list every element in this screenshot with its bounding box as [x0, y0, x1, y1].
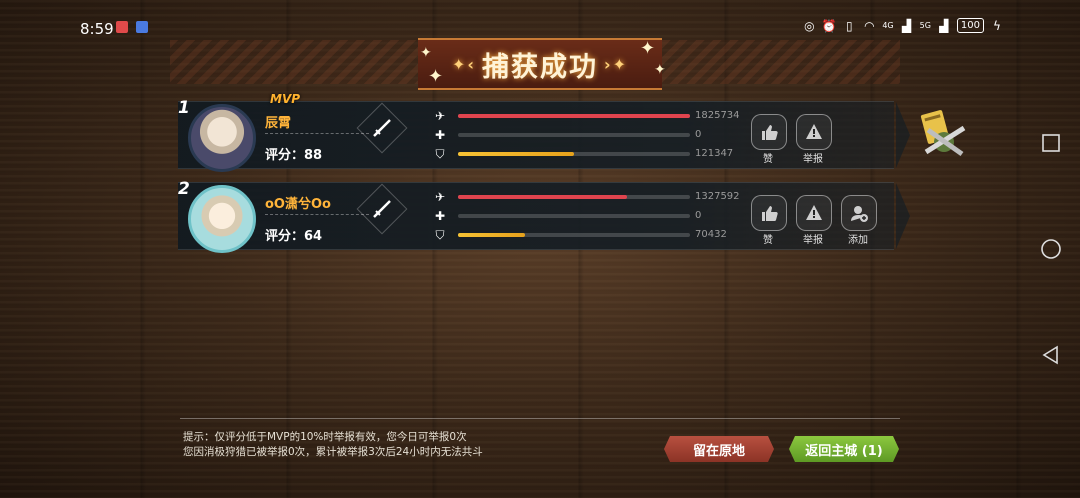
warning-icon	[806, 205, 822, 220]
battery-icon: 100	[956, 18, 984, 33]
status-icons: ◎ ⏰ ▯ ◠ 4G ▟ 5G ▟ 100 ϟ	[802, 18, 1004, 33]
vibrate-icon: ▯	[846, 18, 853, 33]
report-label: 举报	[803, 235, 823, 246]
player-score: 评分：88	[265, 148, 323, 163]
heal-bar	[458, 133, 690, 137]
add-friend-icon	[851, 206, 868, 222]
home-button[interactable]	[1038, 236, 1064, 262]
system-nav-bar	[1024, 0, 1080, 498]
report-button[interactable]	[796, 114, 832, 150]
defense-icon: ⛉	[435, 228, 445, 242]
signal-icon: ▟	[901, 18, 912, 33]
bottom-divider	[180, 418, 900, 419]
avatar[interactable]	[188, 185, 256, 253]
report-label: 举报	[803, 154, 823, 165]
report-tips: 提示：仅评分低于MVP的10%时举报有效，您今日可举报0次 您因消极狩猎已被举报…	[183, 430, 483, 460]
like-label: 赞	[763, 235, 773, 246]
status-time: 8:59	[80, 20, 114, 38]
nfc-icon: ◎	[804, 18, 815, 33]
stay-button[interactable]: 留在原地	[664, 436, 774, 462]
tip-line-2: 您因消极狩猎已被举报0次，累计被举报3次后24小时内无法共斗	[183, 446, 483, 458]
heal-bar	[458, 214, 690, 218]
rank-number: 1	[178, 98, 190, 118]
wifi-icon: ◠	[864, 18, 875, 33]
title-left-deco: ✦‹	[452, 54, 476, 74]
add-friend-button[interactable]	[841, 195, 877, 231]
notification-app-icon-2	[136, 21, 148, 33]
thumbs-up-icon	[762, 206, 778, 221]
sparkle-icon: ✦	[654, 62, 666, 78]
defense-bar	[458, 233, 690, 237]
sparkle-icon: ✦	[640, 38, 656, 59]
signal-icon-2: ▟	[939, 18, 949, 33]
player-row: 1 MVP 辰霄 评分：88 ✈ 1825734 ✚ 0 ⛉ 121347 赞 …	[178, 92, 910, 172]
signal-5g-label: 5G	[919, 21, 931, 30]
row-arrow	[896, 102, 910, 168]
damage-value: 1327592	[695, 191, 740, 202]
damage-bar	[458, 114, 690, 118]
player-row: 2 oO潇兮Oo 评分：64 ✈ 1327592 ✚ 0 ⛉ 70432 赞 举…	[178, 179, 910, 253]
defense-bar	[458, 152, 690, 156]
report-button[interactable]	[796, 195, 832, 231]
player-score: 评分：64	[265, 229, 323, 244]
title-right-deco: ›✦	[604, 54, 628, 74]
player-name: 辰霄	[265, 116, 292, 131]
mvp-badge: MVP	[270, 92, 301, 106]
charging-icon: ϟ	[993, 18, 1001, 33]
thumbs-up-icon	[762, 125, 778, 140]
damage-icon: ✈	[434, 109, 446, 123]
damage-value: 1825734	[695, 110, 740, 121]
defense-value: 121347	[695, 148, 734, 159]
title-text: 捕获成功	[482, 51, 598, 83]
defense-value: 70432	[695, 229, 727, 240]
heal-icon: ✚	[434, 128, 446, 142]
reward-icon[interactable]	[918, 108, 970, 160]
rank-number: 2	[178, 179, 190, 199]
like-button[interactable]	[751, 195, 787, 231]
signal-4g-label: 4G	[882, 21, 894, 30]
like-button[interactable]	[751, 114, 787, 150]
avatar[interactable]	[188, 104, 256, 172]
add-friend-label: 添加	[848, 235, 868, 246]
damage-bar	[458, 195, 690, 199]
weapon-icon	[356, 102, 408, 154]
defense-icon: ⛉	[435, 147, 445, 161]
sparkle-icon: ✦	[428, 66, 444, 87]
warning-icon	[806, 124, 822, 139]
notification-app-icon	[116, 21, 128, 33]
name-divider	[265, 133, 369, 134]
damage-icon: ✈	[434, 190, 446, 204]
name-divider	[265, 214, 369, 215]
weapon-icon	[356, 183, 408, 235]
player-name: oO潇兮Oo	[265, 197, 331, 212]
tip-line-1: 提示：仅评分低于MVP的10%时举报有效，您今日可举报0次	[183, 431, 467, 443]
heal-icon: ✚	[434, 209, 446, 223]
heal-value: 0	[695, 129, 702, 140]
sparkle-icon: ✦	[420, 45, 432, 61]
heal-value: 0	[695, 210, 702, 221]
alarm-icon: ⏰	[821, 18, 837, 33]
recents-button[interactable]	[1038, 130, 1064, 156]
return-to-city-button[interactable]: 返回主城 (1)	[789, 436, 899, 462]
result-title: ✦‹ 捕获成功 ›✦	[418, 38, 662, 90]
like-label: 赞	[763, 154, 773, 165]
back-button[interactable]	[1038, 342, 1064, 368]
row-arrow	[896, 183, 910, 249]
